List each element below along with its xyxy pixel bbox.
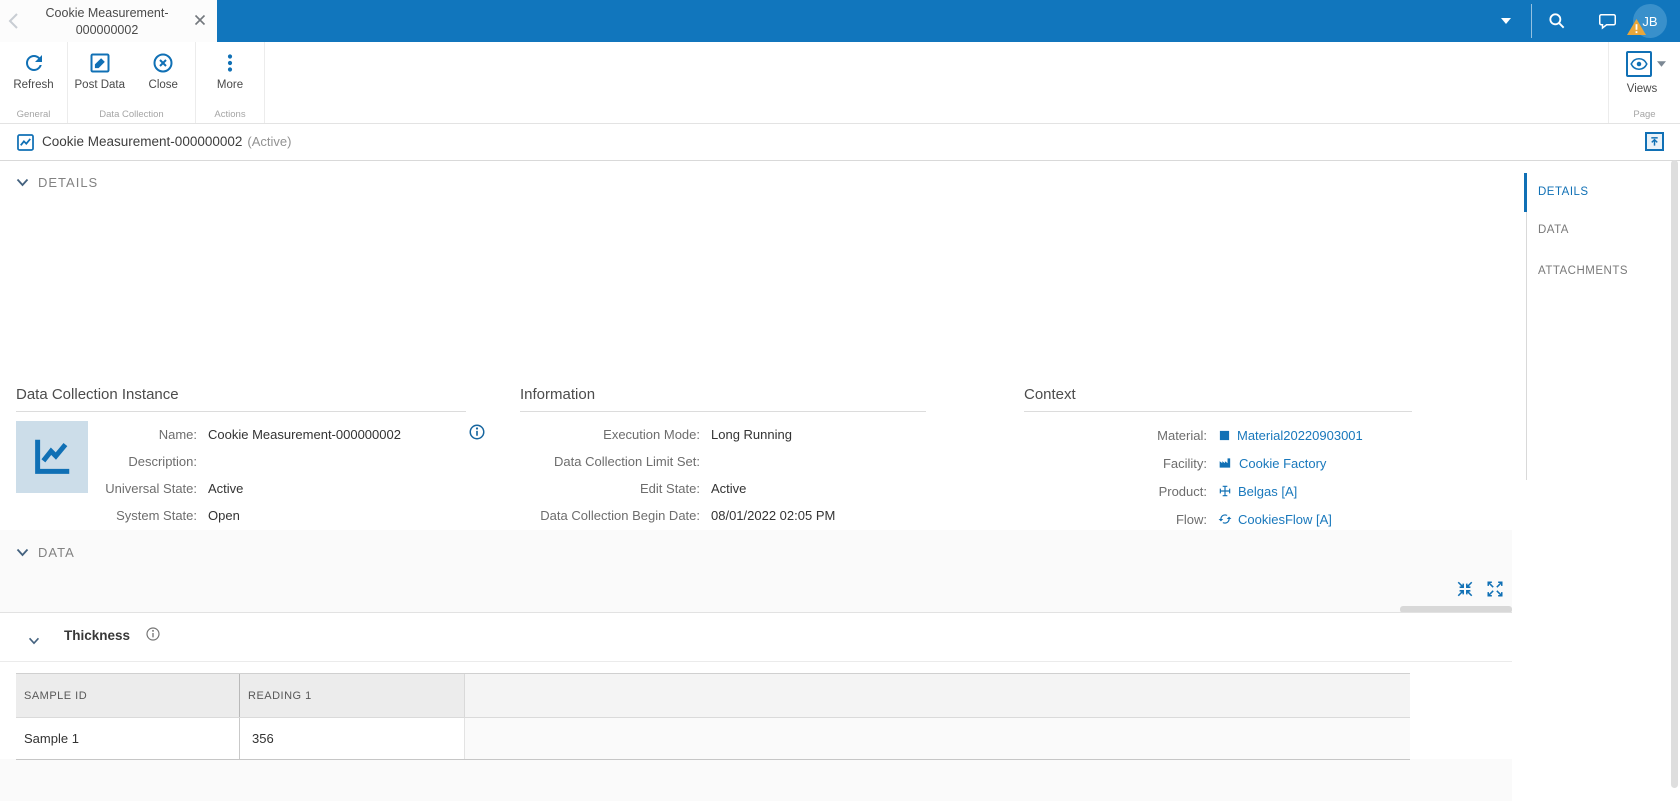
group-label-actions: Actions (214, 109, 246, 120)
tab-title-line1: Cookie Measurement- (45, 6, 169, 20)
tab-close-icon[interactable] (192, 12, 208, 28)
facility-link[interactable]: Cookie Factory (1239, 456, 1326, 471)
material-icon (1219, 430, 1230, 440)
instance-column-title: Data Collection Instance (16, 386, 466, 412)
close-circle-icon (153, 53, 173, 73)
product-icon (1219, 485, 1231, 497)
entity-title-bar: Cookie Measurement-000000002 (Active) (0, 124, 1680, 161)
field-execution-mode: Execution Mode: Long Running (603, 427, 792, 442)
thickness-info-icon[interactable] (145, 626, 161, 647)
data-section-toggle[interactable]: DATA (16, 545, 75, 560)
thickness-panel: Thickness SAMPLE ID READING 1 Sample 1 3… (0, 612, 1512, 760)
ribbon-group-general: Refresh General (0, 42, 68, 123)
header-blue-bar (217, 0, 1680, 42)
nav-item-attachments[interactable]: ATTACHMENTS (1538, 265, 1628, 277)
field-product: Product: Belgas [A] (1158, 483, 1298, 499)
field-facility: Facility: Cookie Factory (1162, 455, 1327, 471)
more-label: More (216, 79, 244, 91)
group-label-data-collection: Data Collection (99, 109, 164, 120)
readings-table: SAMPLE ID READING 1 Sample 1 356 (16, 673, 1410, 760)
material-link[interactable]: Material20220903001 (1237, 428, 1363, 443)
more-ellipsis-icon (227, 54, 233, 72)
tab-cookie-measurement[interactable]: Cookie Measurement- 000000002 (26, 0, 188, 42)
refresh-label: Refresh (13, 79, 54, 91)
chevron-down-icon (16, 178, 29, 187)
app-window: Cookie Measurement- 000000002 JB Refresh… (0, 0, 1680, 801)
warning-badge-icon[interactable] (1626, 18, 1647, 36)
nav-item-details[interactable]: DETAILS (1538, 186, 1589, 198)
thickness-title: Thickness (64, 628, 131, 643)
post-data-label: Post Data (74, 79, 126, 91)
views-label: Views (1626, 83, 1658, 95)
close-label: Close (148, 79, 178, 91)
chevron-down-icon[interactable] (28, 632, 40, 650)
expand-all-icon[interactable] (1486, 580, 1506, 600)
header-separator (1531, 4, 1532, 38)
field-dc-limit-set: Data Collection Limit Set: (554, 454, 700, 469)
column-header-reading-1[interactable]: READING 1 (240, 674, 465, 717)
top-bar: Cookie Measurement- 000000002 JB (0, 0, 1680, 42)
field-dc-begin-date: Data Collection Begin Date: 08/01/2022 0… (540, 508, 836, 523)
table-header-row: SAMPLE ID READING 1 (16, 674, 1410, 718)
ribbon-group-page: Views Page (1608, 42, 1680, 123)
column-header-sample-id[interactable]: SAMPLE ID (16, 674, 240, 717)
flow-icon (1218, 514, 1232, 524)
instance-tile-chart-icon (16, 421, 88, 493)
views-caret-icon (1657, 61, 1666, 67)
ribbon-group-data-collection: Post Data Close Data Collection (68, 42, 196, 123)
field-flow: Flow: CookiesFlow [A] (1175, 511, 1332, 527)
thickness-panel-header: Thickness (0, 613, 1512, 662)
field-edit-state: Edit State: Active (640, 481, 747, 496)
field-description: Description: (128, 454, 197, 469)
tab-title-line2: 000000002 (75, 22, 139, 37)
views-button[interactable] (1626, 51, 1666, 77)
field-material: Material: Material20220903001 (1157, 427, 1363, 443)
data-collection-chart-icon (16, 133, 35, 157)
details-section-toggle[interactable]: DETAILS (16, 175, 98, 190)
reading-1-cell[interactable]: 356 (240, 718, 465, 759)
name-info-icon[interactable] (468, 423, 486, 446)
details-section-label: DETAILS (38, 175, 99, 190)
table-row[interactable]: Sample 1 356 (16, 718, 1410, 760)
information-column-title: Information (520, 386, 926, 412)
post-data-icon (90, 53, 110, 73)
messages-icon[interactable] (1590, 0, 1624, 42)
vertical-scrollbar-thumb[interactable] (1671, 160, 1678, 788)
context-column-title: Context (1024, 386, 1412, 412)
step-nav-active-indicator (1524, 173, 1527, 212)
field-system-state: System State: Open (116, 508, 240, 523)
step-nav-line (1526, 173, 1527, 480)
nav-item-data[interactable]: DATA (1538, 224, 1569, 236)
field-universal-state: Universal State: Active (105, 481, 244, 496)
field-name: Name: Cookie Measurement-000000002 (158, 427, 401, 442)
back-icon[interactable] (6, 11, 22, 31)
collapse-all-icon[interactable] (1456, 580, 1476, 600)
eye-icon (1626, 51, 1652, 77)
status-badge: (Active) (247, 134, 292, 149)
column-header-filler (465, 674, 1410, 717)
chevron-down-icon (16, 548, 29, 557)
data-section-label: DATA (38, 545, 75, 560)
row-filler-cell (465, 718, 1410, 759)
group-label-page: Page (1633, 109, 1656, 120)
facility-icon (1219, 458, 1231, 468)
ribbon-group-actions: More Actions (196, 42, 265, 123)
collapse-page-icon[interactable] (1645, 132, 1664, 151)
product-link[interactable]: Belgas [A] (1238, 484, 1297, 499)
data-section: DATA Thickness SAMPLE ID READING 1 Sampl… (0, 530, 1512, 801)
ribbon-toolbar: Refresh General Post Data Close Data Col… (0, 42, 1680, 124)
refresh-icon (25, 55, 42, 71)
details-section: DETAILS Data Collection Instance Name: C… (0, 161, 1512, 639)
flow-link[interactable]: CookiesFlow [A] (1238, 512, 1332, 527)
search-icon[interactable] (1541, 0, 1573, 42)
page-title: Cookie Measurement-000000002 (42, 134, 243, 149)
sample-id-cell: Sample 1 (16, 718, 240, 759)
header-dropdown-caret-icon[interactable] (1494, 0, 1518, 42)
group-label-general: General (16, 109, 51, 120)
